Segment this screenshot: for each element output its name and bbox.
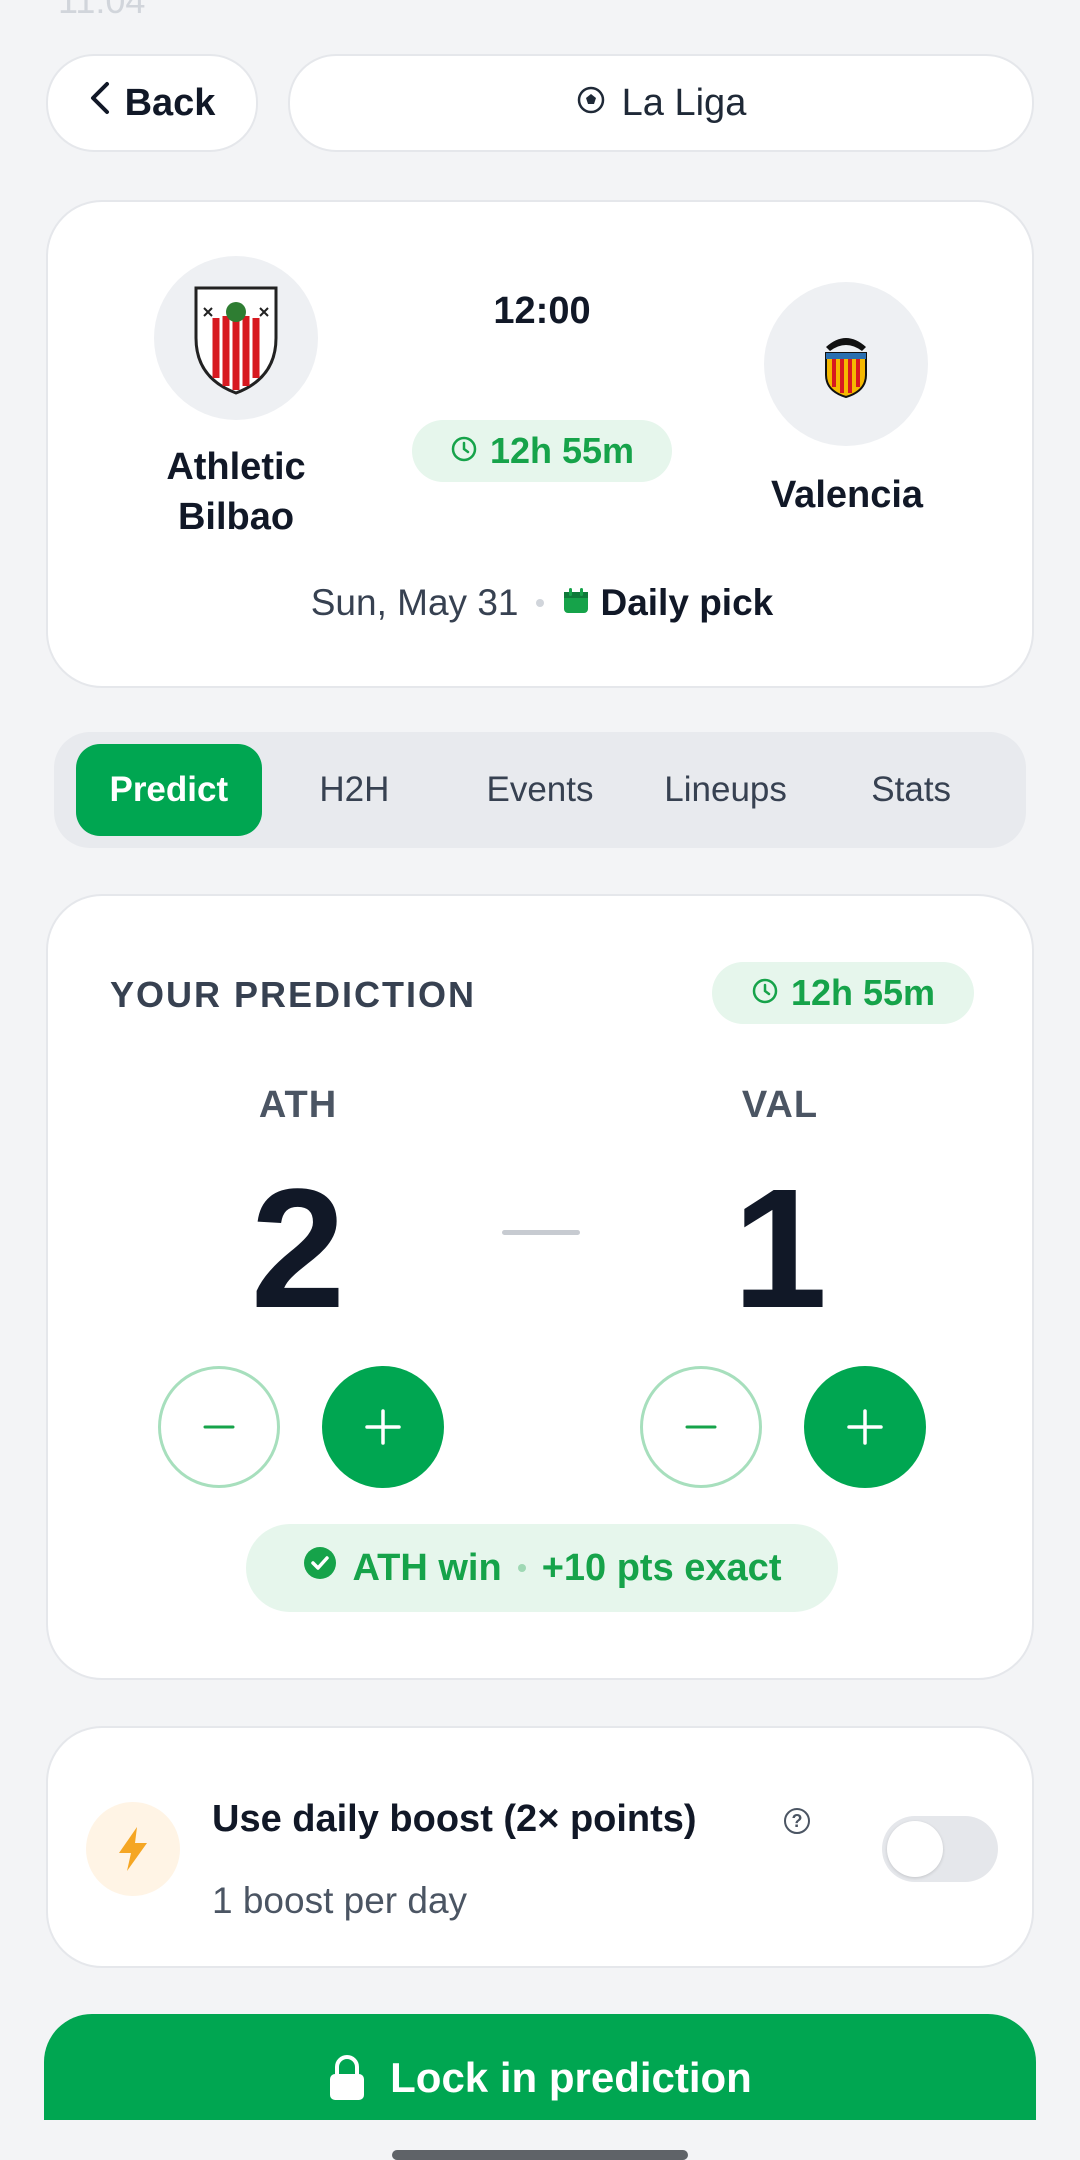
prediction-countdown-badge: 12h 55m <box>712 962 974 1024</box>
away-abbr: VAL <box>741 1084 819 1126</box>
match-card: Athletic Bilbao 12:00 12h 55m Valencia S… <box>46 200 1034 688</box>
league-name: La Liga <box>621 81 747 124</box>
toggle-knob <box>887 1821 943 1877</box>
home-abbr: ATH <box>258 1084 338 1126</box>
tab-h2h[interactable]: H2H <box>262 744 448 836</box>
home-team-name: Athletic Bilbao <box>106 442 366 542</box>
daily-pick-badge: Daily pick <box>562 582 773 624</box>
chevron-left-icon <box>89 81 111 125</box>
boost-toggle[interactable] <box>882 1816 998 1882</box>
back-label: Back <box>124 81 216 124</box>
points-note: +10 pts exact <box>541 1546 782 1589</box>
boost-icon-wrap <box>86 1802 180 1896</box>
prediction-card: YOUR PREDICTION 12h 55m ATH VAL 2 1 ATH … <box>46 894 1034 1680</box>
clock-icon <box>751 972 779 1014</box>
tab-stats[interactable]: Stats <box>818 744 1004 836</box>
check-circle-icon <box>303 1546 337 1590</box>
home-team-name-line1: Athletic <box>166 446 306 488</box>
match-date: Sun, May 31 <box>310 582 519 623</box>
outcome-text: ATH win <box>352 1546 502 1589</box>
separator-dot <box>517 1564 526 1572</box>
calendar-icon <box>562 582 590 624</box>
away-decrement-button[interactable] <box>640 1366 762 1488</box>
prediction-countdown-text: 12h 55m <box>790 972 936 1013</box>
predicted-outcome-badge: ATH win +10 pts exact <box>246 1524 838 1612</box>
home-indicator[interactable] <box>392 2150 688 2160</box>
league-selector[interactable]: La Liga <box>288 54 1034 152</box>
boost-card: Use daily boost (2× points) ? 1 boost pe… <box>46 1726 1034 1968</box>
kickoff-time: 12:00 <box>493 290 591 332</box>
away-score: 1 <box>732 1154 828 1344</box>
lightning-bolt-icon <box>119 1827 147 1871</box>
away-increment-button[interactable] <box>804 1366 926 1488</box>
boost-subtitle: 1 boost per day <box>212 1880 468 1921</box>
away-team-name: Valencia <box>770 474 924 516</box>
countdown-text: 12h 55m <box>489 430 635 471</box>
home-score: 2 <box>250 1154 346 1344</box>
daily-pick-label: Daily pick <box>600 582 774 623</box>
soccer-ball-icon <box>576 82 606 125</box>
minus-icon <box>203 1425 235 1429</box>
back-button[interactable]: Back <box>46 54 258 152</box>
score-separator <box>502 1230 580 1235</box>
countdown-badge: 12h 55m <box>412 420 672 482</box>
tab-lineups[interactable]: Lineups <box>633 744 819 836</box>
home-increment-button[interactable] <box>322 1366 444 1488</box>
home-team-crest <box>154 256 318 420</box>
status-time: 11:04 <box>58 0 146 21</box>
help-icon[interactable]: ? <box>784 1808 810 1834</box>
athletic-bilbao-crest-icon <box>194 286 278 395</box>
clock-icon <box>450 430 478 472</box>
tab-events[interactable]: Events <box>447 744 633 836</box>
match-meta: Sun, May 31 Daily pick <box>48 582 1036 624</box>
lock-label: Lock in prediction <box>390 2054 752 2101</box>
status-bar: 11:04 <box>0 0 1080 30</box>
minus-icon <box>685 1425 717 1429</box>
prediction-title: YOUR PREDICTION <box>110 974 477 1015</box>
away-team-crest <box>764 282 928 446</box>
valencia-crest-icon <box>825 338 867 399</box>
home-decrement-button[interactable] <box>158 1366 280 1488</box>
plus-icon <box>365 1409 401 1445</box>
lock-icon <box>328 2054 366 2112</box>
plus-icon <box>847 1409 883 1445</box>
separator-dot <box>536 599 545 607</box>
tab-predict[interactable]: Predict <box>76 744 262 836</box>
boost-title: Use daily boost (2× points) <box>212 1798 697 1840</box>
match-tabs: Predict H2H Events Lineups Stats <box>54 732 1026 848</box>
home-team-name-line2: Bilbao <box>177 496 295 538</box>
